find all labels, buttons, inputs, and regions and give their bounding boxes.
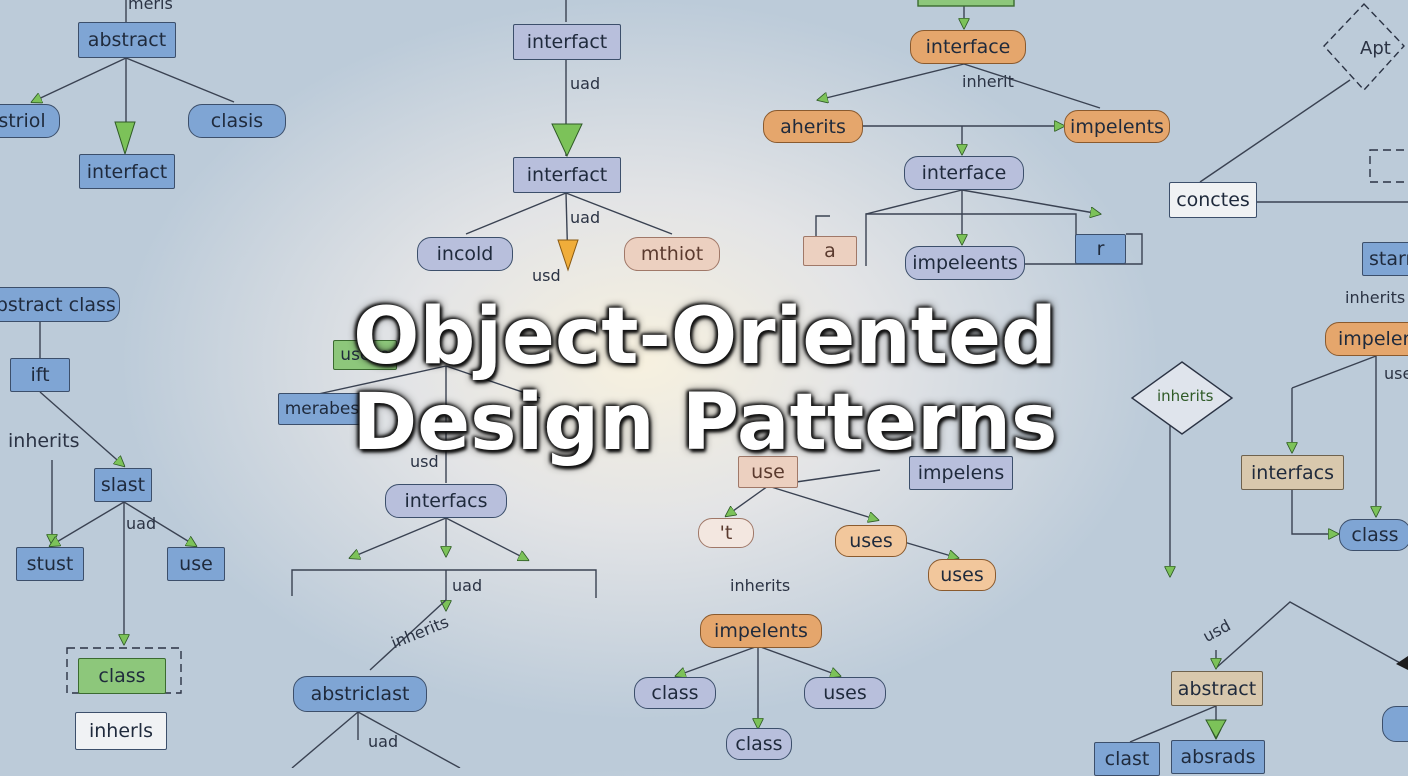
node-partial-right [1382,706,1408,742]
node-r-box: r [1075,234,1126,264]
label-inherits-center: inherits [730,576,791,595]
title-line-2: Design Patterns [352,378,1058,468]
node-abstract-top: abstract [78,22,176,58]
label-inherits-left: inherits [8,430,80,452]
node-apt: Apt [1360,38,1391,59]
node-impeler-right: impeler [1325,322,1408,356]
label-uad-mid: uad [570,208,601,227]
node-class-bottom-2: class [726,728,792,760]
label-inherit-top: inherit [962,72,1014,91]
node-stust: stust [16,547,84,581]
node-abstract-class: abstract class [0,287,120,322]
node-starn: starn [1362,242,1408,276]
node-use-left: use [167,547,225,581]
node-impelents-orange: impelents [1064,110,1170,143]
label-use-right: use [1384,364,1408,383]
node-uses-2: uses [928,559,996,591]
node-clasis: clasis [188,104,286,138]
node-conctes: conctes [1169,182,1257,218]
label-usd-mid: usd [532,266,561,285]
node-interfact-mid: interfact [513,157,621,193]
label-uad-bottom: uad [452,576,483,595]
node-class-bottom-1: class [634,677,716,709]
node-ift: ift [10,358,70,392]
label-inherits-right: inherits [1345,288,1406,307]
label-uad-left: uad [126,514,157,533]
node-interfact-left: interfact [79,154,175,189]
node-interfact-top: interfact [513,24,621,60]
label-inherits-diamond: inherits [1157,387,1214,405]
node-impelents-bottom: impelents [700,614,822,648]
node-class-right: class [1339,519,1408,551]
label-uad-lower: uad [368,732,399,751]
node-uses-bottom: uses [804,677,886,709]
node-interfacs-mid: interfacs [385,484,507,518]
node-abstract-right: abstract [1171,671,1263,706]
node-t-pill: 't [698,518,754,548]
node-abstriclast: abstriclast [293,676,427,712]
node-slast: slast [94,468,152,502]
node-class-green: class [78,658,166,694]
node-interface-orange: interface [910,30,1026,64]
label-uad-top: uad [570,74,601,93]
node-uses-1: uses [835,525,907,557]
node-inherls: inherls [75,712,167,750]
node-absrads: absrads [1171,740,1265,774]
node-aherits: aherits [763,110,863,143]
title: Object-Oriented Design Patterns [330,285,1080,475]
node-interface-mid: interface [904,156,1024,190]
node-a-box: a [803,236,857,266]
node-striol: striol [0,104,60,138]
node-clast: clast [1094,742,1160,776]
node-incold: incold [417,237,513,271]
node-impeleents: impeleents [905,246,1025,280]
node-mthiot: mthiot [624,237,720,271]
label-meris: meris [128,0,173,13]
node-interfacs-right: interfacs [1241,455,1344,490]
title-line-1: Object-Oriented [353,292,1057,382]
